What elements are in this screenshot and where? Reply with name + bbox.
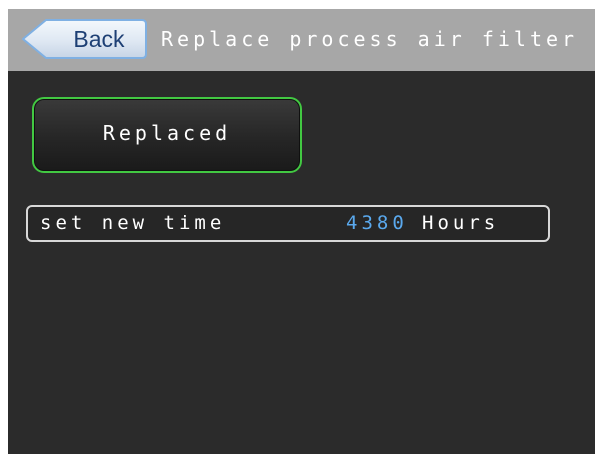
page-title: Replace process air filter bbox=[161, 27, 579, 51]
replaced-button[interactable]: Replaced bbox=[32, 97, 302, 173]
replaced-button-label: Replaced bbox=[102, 121, 232, 145]
set-new-time-label: set new time bbox=[40, 212, 226, 234]
back-button[interactable]: Back bbox=[22, 19, 147, 59]
set-new-time-value: 4380 bbox=[346, 212, 408, 234]
screen: Back Replace process air filter Replaced… bbox=[8, 9, 595, 454]
set-new-time-field[interactable]: set new time 4380 Hours bbox=[26, 205, 550, 242]
set-new-time-unit: Hours bbox=[422, 212, 500, 234]
header-bar: Back Replace process air filter bbox=[8, 9, 595, 71]
back-button-label: Back bbox=[73, 26, 125, 52]
